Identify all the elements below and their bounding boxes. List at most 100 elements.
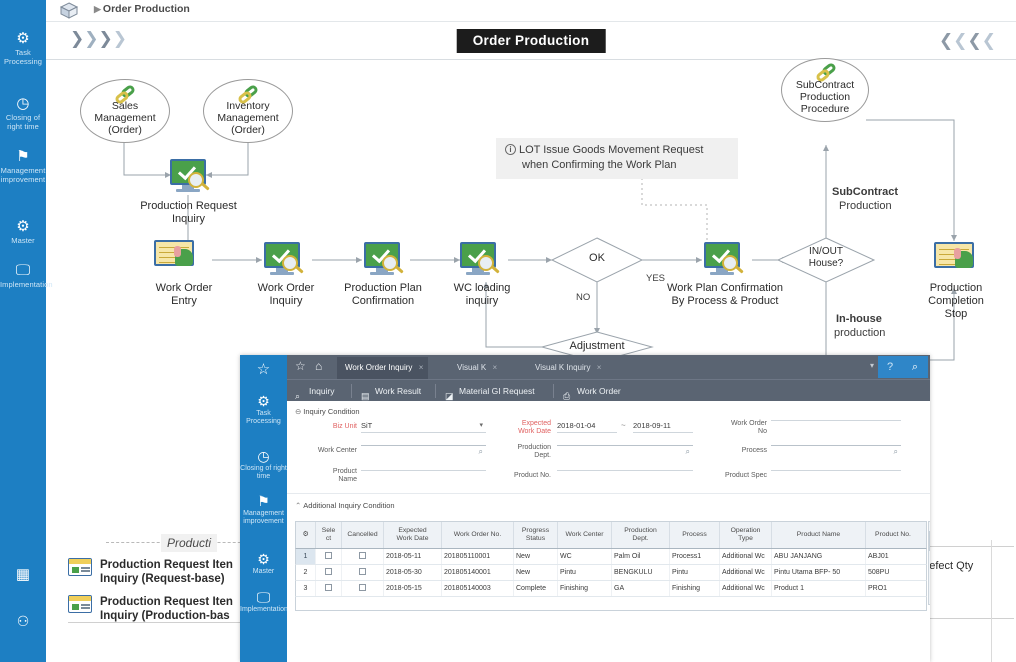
home-icon[interactable]: ⌂ [315,359,322,373]
tab-label: Visual K [457,363,486,372]
window-sidebar-item-closing-of-right-time[interactable]: ◷ Closing of right time [240,448,287,481]
work-result-button[interactable]: ▤ Work Result [359,380,421,402]
window-sidebar-item-master[interactable]: ⚙ Master [240,551,287,576]
tab-label: Work Order Inquiry [345,363,412,372]
favorites-star-icon[interactable]: ☆ [240,360,287,378]
checkbox[interactable] [359,568,366,575]
search-icon[interactable]: ⌕ [479,446,483,458]
node-sales-management-order[interactable]: Sales Management (Order) [80,79,170,143]
cell-cancelled[interactable] [342,549,384,564]
production-dept-input[interactable]: ⌕ [557,445,693,446]
column-header-settings[interactable]: ⚙ [296,522,316,548]
table-vertical-scrollbar[interactable]: ▲ [928,521,930,605]
expand-right-chevrons[interactable]: ❯ ❯ ❯ ❯ [70,30,127,48]
column-header-production-dept: ProductionDept. [612,522,670,548]
callout-line-1: LOT Issue Goods Movement Request [519,144,703,156]
close-icon[interactable]: × [597,357,602,379]
cell-expected-work-date: 2018-05-11 [384,549,442,564]
inquiry-condition-header[interactable]: ⊖Inquiry Condition [295,407,360,416]
sidebar-item-closing-of-right-time[interactable]: ◷ Closing of right time [0,95,46,131]
biz-unit-select[interactable]: SiT ▾ [361,420,486,433]
grid-icon[interactable]: ▦ [0,565,46,583]
sidebar-item-label: Management improvement [1,166,46,184]
sidebar-item-management-improvement[interactable]: ⚑ Management improvement [0,148,46,184]
operation-type-label: OperationType [907,444,930,460]
work-order-button[interactable]: ⎙ Work Order [561,380,621,402]
search-icon[interactable]: ⌕ [902,356,928,378]
window-toolbar: ⌕ Inquiry ▤ Work Result ◪ Material GI Re… [287,379,930,401]
checkbox[interactable] [325,552,332,559]
cell-cancelled[interactable] [342,581,384,596]
sidebar-item-master[interactable]: ⚙ Master [0,218,46,246]
cell-progress-status: Complete [514,581,558,596]
gear-icon: ⚙ [302,531,308,539]
divider [991,540,992,662]
node-inventory-management-order[interactable]: Inventory Management (Order) [203,79,293,143]
expected-work-date-to[interactable]: 2018-09-11 [633,420,693,433]
tab-visual-k-inquiry[interactable]: Visual K Inquiry × [527,357,606,379]
column-header-process: Process [670,522,720,548]
chevron-down-icon[interactable]: ▾ [870,361,874,370]
chevron-up-icon: ⌃ [295,501,301,510]
checkbox[interactable] [359,584,366,591]
callout-lot-issue: iLOT Issue Goods Movement Request when C… [496,138,738,179]
divider [435,384,436,398]
callout-line-2: when Confirming the Work Plan [522,159,676,171]
user-icon[interactable]: ⚇ [0,613,46,630]
node-subcontract-production-procedure[interactable]: SubContract Production Procedure [781,58,869,122]
table-row[interactable]: 1 2018-05-11 201805110001 New WC Palm Oi… [295,549,927,565]
window-sidebar-item-implementation[interactable]: 🖵 Implementation [240,589,287,614]
cell-select[interactable] [316,549,342,564]
product-spec-input[interactable] [771,470,901,471]
help-button[interactable]: ? [878,356,902,378]
cell-select[interactable] [316,581,342,596]
breadcrumb[interactable]: ▶Order Production [94,3,190,15]
cell-work-order-no: 201805140001 [442,565,514,580]
checkbox[interactable] [325,584,332,591]
column-header-work-center: Work Center [558,522,612,548]
window-left-rail: ☆ ⚙ Task Processing ◷ Closing of right t… [240,355,287,662]
star-outline-icon[interactable]: ☆ [295,359,306,373]
sidebar-item-implementation[interactable]: 🖵 Implementation [0,262,46,290]
close-icon[interactable]: × [419,357,424,379]
button-label: Inquiry [309,386,335,396]
sidebar-item-task-processing[interactable]: ⚙ Task Processing [0,30,46,66]
work-center-input[interactable]: ⌕ [361,445,486,446]
inquiry-button[interactable]: ⌕ Inquiry [293,380,335,402]
tab-visual-k[interactable]: Visual K × [449,357,502,379]
material-gi-request-button[interactable]: ◪ Material GI Request [443,380,535,402]
cell-product-name: Product 1 [772,581,866,596]
cell-product-no: 508PU [866,565,920,580]
table-header-row: ⚙ Select Cancelled ExpectedWork Date Wor… [295,521,927,549]
scrollbar-thumb[interactable] [929,531,930,551]
collapse-left-chevrons[interactable]: ❮ ❮ ❮ ❮ [939,32,996,50]
tab-work-order-inquiry[interactable]: Work Order Inquiry × [337,357,428,379]
work-order-table: ⚙ Select Cancelled ExpectedWork Date Wor… [295,521,927,611]
cell-work-center: Pintu [558,565,612,580]
process-input[interactable]: ⌕ [771,445,901,446]
checkbox[interactable] [359,552,366,559]
cell-cancelled[interactable] [342,565,384,580]
expected-work-date-from[interactable]: 2018-01-04 [557,420,617,433]
product-no-input[interactable] [557,470,693,471]
cell-work-order-no: 201805110001 [442,549,514,564]
window-sidebar-item-task-processing[interactable]: ⚙ Task Processing [240,393,287,426]
product-name-input[interactable] [361,470,486,471]
label-production-request-inquiry: Production RequestInquiry [116,200,261,226]
work-order-no-input[interactable] [771,420,901,421]
search-icon[interactable]: ⌕ [686,446,690,458]
close-icon[interactable]: × [493,357,498,379]
additional-inquiry-condition-header[interactable]: ⌃Additional Inquiry Condition [295,501,395,510]
cell-select[interactable] [316,565,342,580]
gear-icon: ⚙ [0,30,46,48]
gear-small-icon: ⚙ [0,218,46,236]
cell-process: Finishing [670,581,720,596]
search-icon[interactable]: ⌕ [894,446,898,458]
chevron-right-icon: ❯ [84,30,98,48]
cell-production-dept: GA [612,581,670,596]
table-row[interactable]: 3 2018-05-15 201805140003 Complete Finis… [295,581,927,597]
table-row[interactable]: 2 2018-05-30 201805140001 New Pintu BENG… [295,565,927,581]
cell-expected-work-date: 2018-05-30 [384,565,442,580]
checkbox[interactable] [325,568,332,575]
window-sidebar-item-management-improvement[interactable]: ⚑ Management improvement [240,493,287,526]
